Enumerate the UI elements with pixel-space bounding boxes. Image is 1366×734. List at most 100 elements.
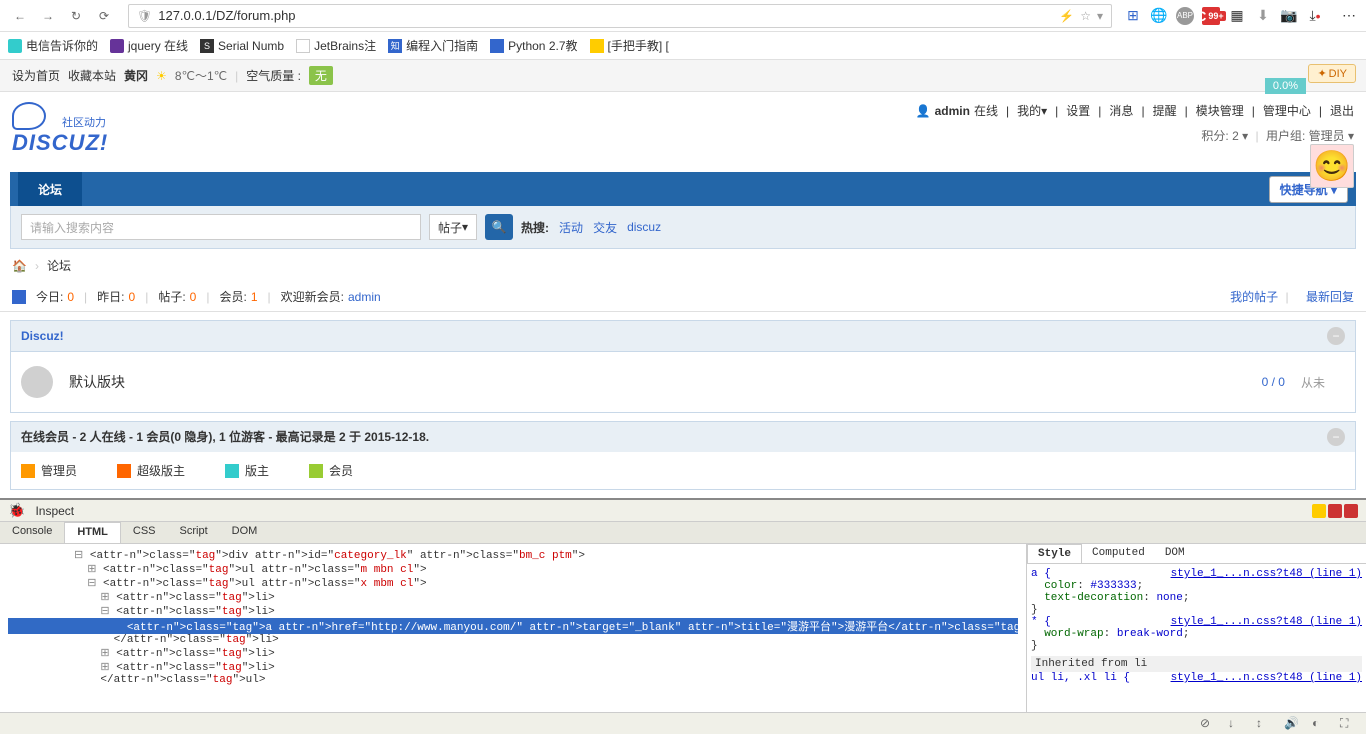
abp-icon[interactable]: ABP: [1176, 7, 1194, 25]
chart-icon[interactable]: [12, 290, 26, 304]
section-header: Discuz! −: [11, 321, 1355, 352]
hot-item[interactable]: 活动: [559, 219, 583, 236]
apps-icon[interactable]: ⊞: [1124, 7, 1142, 25]
forward-button[interactable]: →: [36, 4, 60, 28]
alerts-link[interactable]: 提醒: [1153, 102, 1177, 119]
home-icon[interactable]: 🏠: [12, 259, 27, 273]
admin-center-link[interactable]: 管理中心: [1263, 102, 1311, 119]
logo-subtitle: 社区动力: [62, 114, 152, 130]
shield-icon: 🛡: [137, 9, 152, 23]
search-button[interactable]: 🔍: [485, 214, 513, 240]
status-icon[interactable]: ◐: [1312, 716, 1328, 732]
legend-member: 会员: [309, 462, 353, 479]
user-status: 在线: [974, 102, 998, 119]
stop-button[interactable]: ⟳: [92, 4, 116, 28]
bookmark-item[interactable]: Python 2.7教: [490, 37, 577, 54]
bookmark-item[interactable]: [手把手教] [: [590, 37, 669, 54]
bookmark-item[interactable]: 知编程入门指南: [388, 37, 478, 54]
avatar[interactable]: 😊: [1310, 144, 1354, 188]
page-topbar: 设为首页 收藏本站 黄冈 ☀ 8℃～1℃ | 空气质量 : 无 0.0% ✦DI…: [0, 60, 1366, 92]
devtools-header: 🐞 Inspect: [0, 500, 1366, 522]
tab-css[interactable]: CSS: [121, 522, 168, 543]
air-label: 空气质量 :: [246, 67, 301, 84]
back-button[interactable]: ←: [8, 4, 32, 28]
close-button[interactable]: [1344, 504, 1358, 518]
c-icon[interactable]: C99+: [1202, 7, 1220, 25]
globe-icon[interactable]: 🌐: [1150, 7, 1168, 25]
legend-super: 超级版主: [117, 462, 185, 479]
section-title[interactable]: Discuz!: [21, 329, 64, 343]
breadcrumb: 🏠 › 论坛: [0, 249, 1366, 282]
search-type-select[interactable]: 帖子 ▾: [429, 214, 477, 240]
latest-replies-link[interactable]: 最新回复: [1306, 290, 1354, 304]
logout-link[interactable]: 退出: [1330, 102, 1354, 119]
flash-icon: ⚡: [1059, 9, 1074, 23]
bookmark-item[interactable]: JetBrains注: [296, 37, 376, 54]
forum-tab[interactable]: 论坛: [18, 172, 82, 206]
collapse-button[interactable]: −: [1327, 327, 1345, 345]
html-panel[interactable]: ⊟ <attr-n">class="tag">div attr-n">id="c…: [0, 544, 1026, 712]
set-home-link[interactable]: 设为首页: [12, 67, 60, 84]
tab-html[interactable]: HTML: [64, 522, 121, 543]
tab-dom2[interactable]: DOM: [1155, 544, 1195, 563]
dropdown-icon[interactable]: ▾: [1097, 9, 1103, 23]
url-bar[interactable]: 🛡 127.0.0.1/DZ/forum.php ⚡ ☆ ▾: [128, 4, 1112, 28]
page-icon: [296, 39, 310, 53]
online-text: 在线会员 - 2 人在线 - 1 会员(0 隐身), 1 位游客 - 最高记录是…: [21, 428, 429, 446]
download2-icon[interactable]: ⤓•: [1306, 7, 1324, 25]
search-input[interactable]: 请输入搜索内容: [21, 214, 421, 240]
reload-button[interactable]: ↻: [64, 4, 88, 28]
bookmark-item[interactable]: jquery 在线: [110, 37, 188, 54]
collapse-button[interactable]: −: [1327, 428, 1345, 446]
super-icon: [117, 464, 131, 478]
tab-style[interactable]: Style: [1027, 544, 1082, 563]
my-posts-link[interactable]: 我的帖子: [1230, 290, 1278, 304]
s-icon: S: [200, 39, 214, 53]
search-bar: 请输入搜索内容 帖子 ▾ 🔍 热搜: 活动 交友 discuz: [10, 206, 1356, 249]
hot-label: 热搜:: [521, 219, 549, 236]
user-icon: 👤: [916, 104, 931, 118]
star-icon[interactable]: ☆: [1080, 9, 1091, 23]
hot-item[interactable]: 交友: [593, 219, 617, 236]
menu-icon[interactable]: ⋯: [1340, 7, 1358, 25]
url-text: 127.0.0.1/DZ/forum.php: [158, 8, 1059, 23]
download-icon[interactable]: ⬇: [1254, 7, 1272, 25]
devtools-body: ⊟ <attr-n">class="tag">div attr-n">id="c…: [0, 544, 1366, 712]
status-icon[interactable]: ↓: [1228, 716, 1244, 732]
username[interactable]: admin: [935, 104, 970, 118]
toolbar-icons: ⊞ 🌐 ABP C99+ ▦ ⬇ 📷 ⤓• ⋯: [1124, 7, 1358, 25]
tab-script[interactable]: Script: [168, 522, 220, 543]
camera-icon[interactable]: 📷: [1280, 7, 1298, 25]
location: 黄冈: [124, 67, 148, 84]
minimize-button[interactable]: [1312, 504, 1326, 518]
bug-icon[interactable]: 🐞: [8, 502, 25, 519]
tab-console[interactable]: Console: [0, 522, 64, 543]
tab-computed[interactable]: Computed: [1082, 544, 1155, 563]
volume-icon[interactable]: 🔊: [1284, 716, 1300, 732]
welcome-user-link[interactable]: admin: [348, 290, 381, 304]
logo[interactable]: 社区动力 DISCUZ!: [12, 102, 152, 156]
inspect-label[interactable]: Inspect: [35, 504, 74, 518]
air-badge: 无: [309, 66, 333, 85]
tab-dom[interactable]: DOM: [220, 522, 270, 543]
my-link[interactable]: 我的▾: [1017, 102, 1047, 119]
maximize-button[interactable]: [1328, 504, 1342, 518]
settings-link[interactable]: 设置: [1066, 102, 1090, 119]
module-mgmt-link[interactable]: 模块管理: [1196, 102, 1244, 119]
messages-link[interactable]: 消息: [1109, 102, 1133, 119]
bookmark-item[interactable]: 电信告诉你的: [8, 37, 98, 54]
diy-button[interactable]: ✦DIY: [1308, 64, 1356, 83]
main-nav: 论坛 快捷导航 ▾: [10, 172, 1356, 206]
logo-bubble-icon: [12, 102, 46, 130]
forum-name[interactable]: 默认版块: [69, 372, 1246, 392]
fullscreen-icon[interactable]: ⛶: [1340, 716, 1356, 732]
forum-section: Discuz! − 默认版块 0 / 0 从未: [10, 320, 1356, 413]
forum-last: 从未: [1301, 374, 1325, 391]
qr-icon[interactable]: ▦: [1228, 7, 1246, 25]
style-body[interactable]: style_1_...n.css?t48 (line 1)a { color: …: [1027, 564, 1366, 712]
status-icon[interactable]: ↕: [1256, 716, 1272, 732]
bookmark-item[interactable]: SSerial Numb: [200, 39, 284, 53]
status-icon[interactable]: ⊘: [1200, 716, 1216, 732]
hot-item[interactable]: discuz: [627, 220, 661, 234]
favorite-link[interactable]: 收藏本站: [68, 67, 116, 84]
